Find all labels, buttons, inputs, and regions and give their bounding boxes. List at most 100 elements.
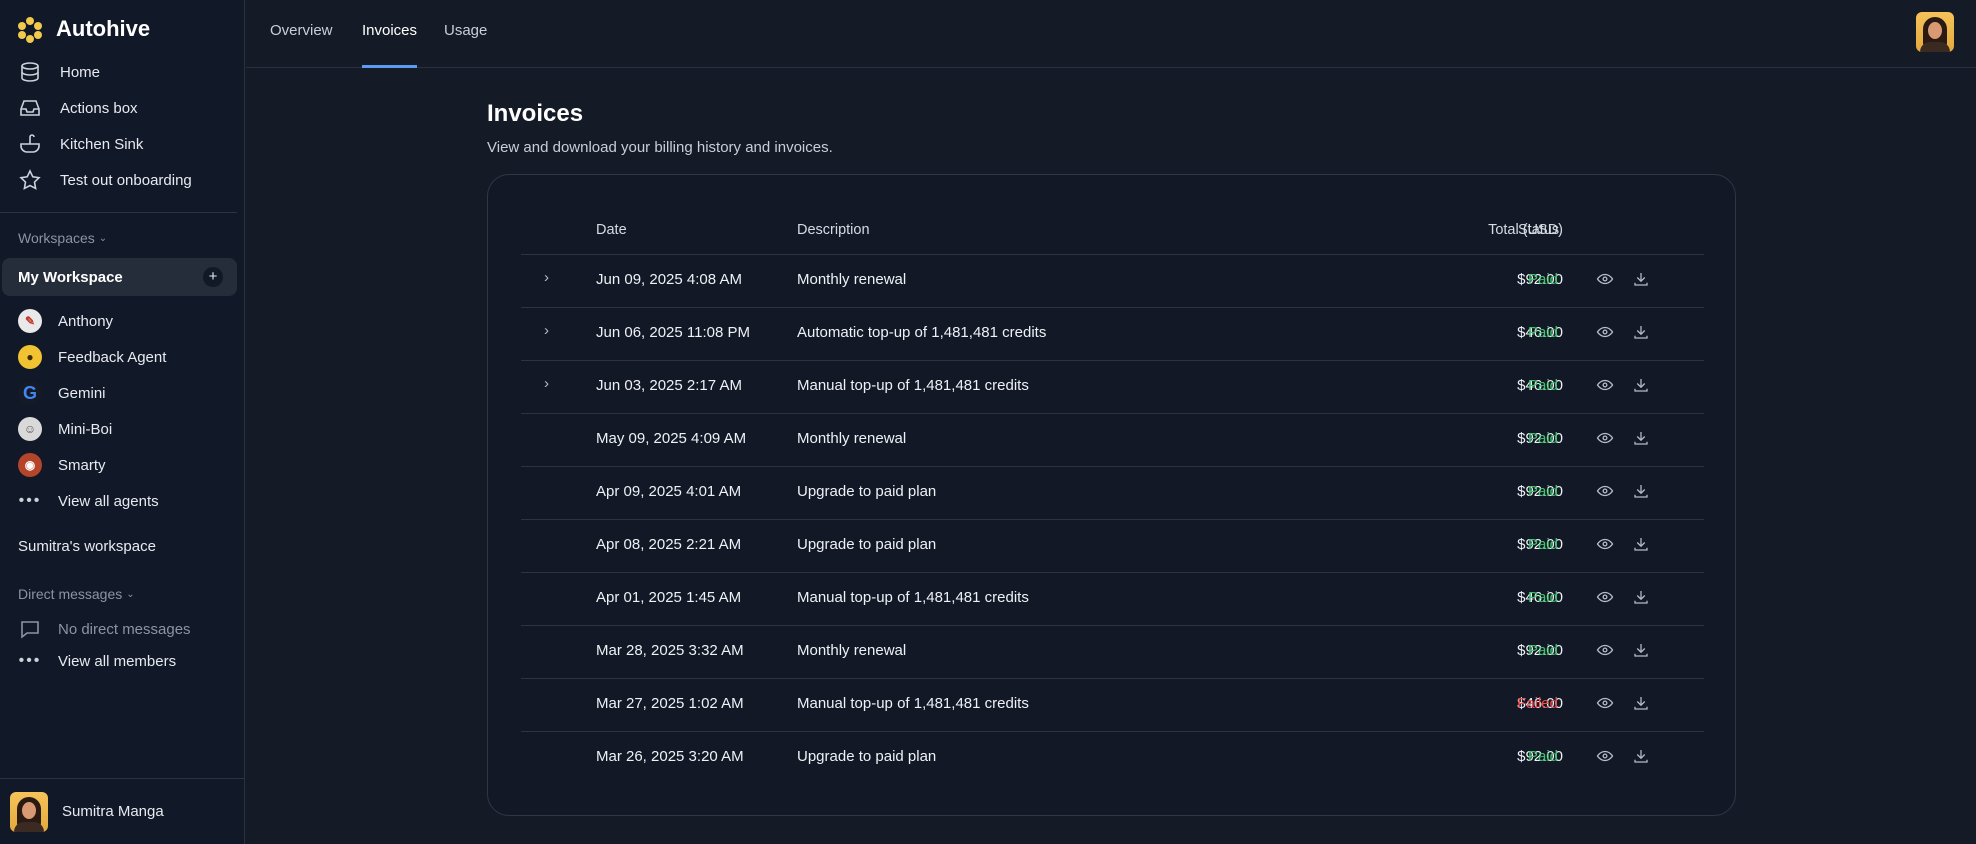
view-invoice-eye-icon[interactable]: [1596, 641, 1614, 659]
bee-icon: ●: [18, 345, 42, 369]
direct-messages-label: Direct messages: [18, 586, 123, 602]
view-all-members-link[interactable]: ••• View all members: [18, 646, 177, 676]
robot-icon: ☺: [18, 417, 42, 441]
view-invoice-eye-icon[interactable]: [1596, 323, 1614, 341]
invoice-date: Apr 09, 2025 4:01 AM: [596, 483, 742, 500]
invoice-date: Mar 26, 2025 3:20 AM: [596, 748, 744, 765]
agent-item-mini-boi[interactable]: ☺ Mini-Boi: [18, 414, 112, 444]
hive-logo-icon: [18, 17, 42, 43]
row-divider: [521, 678, 1704, 679]
app-logo[interactable]: Autohive: [18, 16, 151, 43]
user-profile[interactable]: Sumitra Manga: [0, 778, 245, 844]
workspace-name: My Workspace: [18, 268, 123, 286]
download-invoice-icon[interactable]: [1632, 694, 1650, 712]
download-invoice-icon[interactable]: [1632, 429, 1650, 447]
row-divider: [521, 625, 1704, 626]
view-invoice-eye-icon[interactable]: [1596, 376, 1614, 394]
download-invoice-icon[interactable]: [1632, 376, 1650, 394]
agent-item-smarty[interactable]: ◉ Smarty: [18, 450, 106, 480]
invoice-description: Upgrade to paid plan: [797, 536, 937, 553]
tab-invoices[interactable]: Invoices: [362, 22, 418, 68]
invoice-description: Manual top-up of 1,481,481 credits: [797, 377, 1029, 394]
invoice-description: Monthly renewal: [797, 271, 907, 288]
agent-item-gemini[interactable]: G Gemini: [18, 378, 106, 408]
chevron-right-icon[interactable]: ›: [544, 269, 549, 286]
download-invoice-icon[interactable]: [1632, 747, 1650, 765]
invoice-description: Manual top-up of 1,481,481 credits: [797, 589, 1029, 606]
chevron-right-icon[interactable]: ›: [544, 322, 549, 339]
row-divider: [521, 466, 1704, 467]
sidebar-item-test-onboarding[interactable]: Test out onboarding: [18, 165, 192, 195]
row-divider: [521, 519, 1704, 520]
no-direct-messages: No direct messages: [18, 614, 191, 644]
sidebar-item-actions-box[interactable]: Actions box: [18, 93, 138, 123]
tab-usage[interactable]: Usage: [444, 22, 487, 68]
user-name: Sumitra Manga: [62, 803, 164, 820]
top-bar: Overview Invoices Usage: [246, 0, 1976, 68]
invoice-date: Mar 27, 2025 1:02 AM: [596, 695, 744, 712]
direct-messages-toggle[interactable]: Direct messages ⌄: [18, 586, 135, 602]
view-all-members-label: View all members: [58, 652, 177, 670]
star-icon: [19, 169, 41, 190]
invoice-date: Mar 28, 2025 3:32 AM: [596, 642, 744, 659]
row-divider: [521, 731, 1704, 732]
sidebar-item-label: Test out onboarding: [60, 171, 192, 189]
status-badge: Paid: [1527, 430, 1558, 447]
column-header-date: Date: [596, 222, 627, 238]
sidebar-item-home[interactable]: Home: [18, 57, 100, 87]
invoice-description: Automatic top-up of 1,481,481 credits: [797, 324, 1047, 341]
status-badge: Paid: [1527, 642, 1558, 659]
agent-label: Gemini: [58, 384, 106, 402]
view-invoice-eye-icon[interactable]: [1596, 270, 1614, 288]
status-badge: Paid: [1527, 536, 1558, 553]
download-invoice-icon[interactable]: [1632, 482, 1650, 500]
invoice-date: Apr 08, 2025 2:21 AM: [596, 536, 742, 553]
status-badge: Paid: [1527, 377, 1558, 394]
sidebar-item-kitchen-sink[interactable]: Kitchen Sink: [18, 129, 143, 159]
sidebar: Autohive Home Actions box Kitchen Sink T…: [0, 0, 245, 844]
workspace-my-workspace[interactable]: My Workspace +: [2, 258, 237, 296]
chevron-down-icon: ⌄: [126, 588, 135, 600]
view-invoice-eye-icon[interactable]: [1596, 482, 1614, 500]
status-badge: Paid: [1527, 324, 1558, 341]
workspace-sumitras[interactable]: Sumitra's workspace: [18, 538, 156, 555]
more-dots-icon: •••: [18, 492, 42, 509]
sidebar-divider: [0, 212, 237, 213]
agent-label: Anthony: [58, 312, 114, 330]
agent-label: Mini-Boi: [58, 420, 113, 438]
download-invoice-icon[interactable]: [1632, 270, 1650, 288]
row-divider: [521, 254, 1704, 255]
agent-avatar-icon: ✎: [18, 309, 42, 333]
status-badge: Paid: [1527, 483, 1558, 500]
status-badge: Paid: [1527, 271, 1558, 288]
agent-item-feedback-agent[interactable]: ● Feedback Agent: [18, 342, 166, 372]
download-invoice-icon[interactable]: [1632, 535, 1650, 553]
no-direct-messages-label: No direct messages: [58, 620, 191, 638]
view-invoice-eye-icon[interactable]: [1596, 588, 1614, 606]
tab-overview[interactable]: Overview: [270, 22, 333, 68]
invoice-description: Upgrade to paid plan: [797, 483, 937, 500]
workspaces-toggle[interactable]: Workspaces ⌄: [18, 230, 107, 246]
add-agent-button[interactable]: +: [203, 267, 223, 287]
download-invoice-icon[interactable]: [1632, 323, 1650, 341]
agent-item-anthony[interactable]: ✎ Anthony: [18, 306, 113, 336]
profile-avatar[interactable]: [1916, 12, 1954, 52]
workspaces-label: Workspaces: [18, 230, 95, 246]
invoice-date: Jun 03, 2025 2:17 AM: [596, 377, 742, 394]
view-invoice-eye-icon[interactable]: [1596, 747, 1614, 765]
download-invoice-icon[interactable]: [1632, 641, 1650, 659]
view-invoice-eye-icon[interactable]: [1596, 535, 1614, 553]
view-invoice-eye-icon[interactable]: [1596, 429, 1614, 447]
app-name: Autohive: [56, 16, 151, 41]
view-invoice-eye-icon[interactable]: [1596, 694, 1614, 712]
sidebar-item-label: Actions box: [60, 99, 138, 117]
invoice-date: Jun 09, 2025 4:08 AM: [596, 271, 742, 288]
chevron-right-icon[interactable]: ›: [544, 375, 549, 392]
download-invoice-icon[interactable]: [1632, 588, 1650, 606]
owl-icon: ◉: [18, 453, 42, 477]
invoice-description: Monthly renewal: [797, 642, 907, 659]
message-icon: [21, 621, 39, 639]
status-badge: Paid: [1527, 589, 1558, 606]
view-all-agents-link[interactable]: ••• View all agents: [18, 486, 159, 516]
invoice-description: Monthly renewal: [797, 430, 907, 447]
